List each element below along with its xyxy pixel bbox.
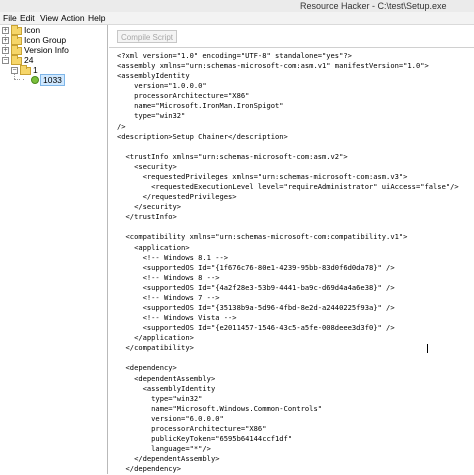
script-editor[interactable]: <?xml version="1.0" encoding="UTF-8" sta… — [109, 47, 474, 475]
tree-item-label: 24 — [24, 55, 34, 65]
compile-script-button[interactable]: Compile Script — [117, 30, 177, 43]
tree-item-label: Version Info — [24, 45, 69, 55]
code-line: <supportedOS Id="{35138b9a-5d96-4fbd-8e2… — [117, 303, 395, 312]
tree-item-icon[interactable]: + Icon — [0, 25, 107, 35]
code-line: <!-- Windows 8 --> — [117, 272, 220, 282]
code-line: </trustInfo> — [117, 212, 177, 222]
code-line: <dependency> — [117, 363, 177, 373]
code-line: name="Microsoft.IronMan.IronSpigot" — [117, 101, 284, 111]
editor-toolbar: Compile Script — [109, 25, 474, 47]
code-line: processorArchitecture="X86" — [117, 423, 267, 433]
menu-help[interactable]: Help — [88, 12, 105, 24]
code-line: language="*"/> — [117, 444, 211, 454]
code-line: <supportedOS Id="{4a2f28e3-53b9-4441-ba9… — [117, 282, 395, 292]
folder-icon — [11, 35, 22, 45]
code-line: publicKeyToken="6595b64144ccf1df" — [117, 434, 293, 444]
code-line: <description>Setup Chainer</description> — [117, 131, 288, 141]
folder-icon — [11, 25, 22, 35]
folder-icon — [11, 45, 22, 55]
tree-item-1[interactable]: − 1 — [0, 65, 107, 75]
code-line: </dependentAssembly> — [117, 454, 220, 464]
code-line: <?xml version="1.0" encoding="UTF-8" sta… — [117, 51, 352, 60]
code-line: type="win32" — [117, 111, 186, 121]
tree-item-label: 1033 — [40, 74, 65, 86]
code-line: /> — [117, 121, 126, 131]
code-line: <security> — [117, 161, 177, 171]
expand-icon[interactable]: + — [2, 37, 9, 44]
tree-item-1033[interactable]: 1033 — [0, 74, 107, 86]
tree-item-icon-group[interactable]: + Icon Group — [0, 35, 107, 45]
code-line: version="6.0.0.0" — [117, 413, 224, 423]
code-line: </requestedPrivileges> — [117, 192, 237, 202]
tree-item-version-info[interactable]: + Version Info — [0, 45, 107, 55]
expand-icon[interactable]: + — [2, 27, 9, 34]
code-line: <dependentAssembly> — [117, 373, 216, 383]
code-line: type="win32" — [117, 393, 203, 403]
code-line: <supportedOS Id="{e2011457-1546-43c5-a5f… — [117, 323, 395, 333]
code-line: </dependency> — [117, 464, 182, 474]
window-title: Resource Hacker - C:\test\Setup.exe — [300, 1, 447, 11]
menu-edit[interactable]: Edit — [20, 12, 35, 24]
code-line: <supportedOS Id="{1f676c76-80e1-4239-95b… — [117, 262, 395, 272]
code-line: version="1.0.0.0" — [117, 81, 207, 91]
code-line: <!-- Windows 8.1 --> — [117, 252, 229, 262]
resource-tree[interactable]: + Icon + Icon Group + Version Info − 24 … — [0, 25, 108, 474]
tree-item-label: Icon Group — [24, 35, 67, 45]
code-line: <!-- Windows 7 --> — [117, 292, 220, 302]
code-line: <assemblyIdentity — [117, 71, 190, 81]
text-cursor — [427, 344, 428, 353]
code-line: </security> — [117, 202, 182, 212]
menu-file[interactable]: File — [3, 12, 17, 24]
menu-view[interactable]: View — [40, 12, 58, 24]
folder-open-icon — [11, 55, 22, 65]
menu-action[interactable]: Action — [61, 12, 85, 24]
tree-item-label: Icon — [24, 25, 41, 35]
code-line: <application> — [117, 242, 190, 252]
folder-open-icon — [20, 65, 31, 75]
code-line: <!-- Windows Vista --> — [117, 313, 237, 323]
tree-item-24[interactable]: − 24 — [0, 55, 107, 65]
code-line: <requestedPrivileges xmlns="urn:schemas-… — [117, 171, 408, 181]
code-line: <compatibility xmlns="urn:schemas-micros… — [117, 232, 408, 242]
resource-icon — [31, 76, 39, 84]
collapse-icon[interactable]: − — [11, 67, 18, 74]
code-line: </compatibility> — [117, 343, 194, 353]
code-line: <assembly xmlns="urn:schemas-microsoft-c… — [117, 61, 429, 71]
code-line: <trustInfo xmlns="urn:schemas-microsoft-… — [117, 151, 348, 161]
code-line: <assemblyIdentity — [117, 383, 216, 393]
menu-bar: File Edit View Action Help — [0, 12, 474, 25]
collapse-icon[interactable]: − — [2, 57, 9, 64]
tree-item-label: 1 — [33, 65, 38, 75]
code-line: name="Microsoft.Windows.Common-Controls" — [117, 403, 322, 413]
code-line: </application> — [117, 333, 194, 343]
expand-icon[interactable]: + — [2, 47, 9, 54]
code-line: <requestedExecutionLevel level="requireA… — [117, 182, 459, 192]
code-line: processorArchitecture="X86" — [117, 91, 250, 101]
